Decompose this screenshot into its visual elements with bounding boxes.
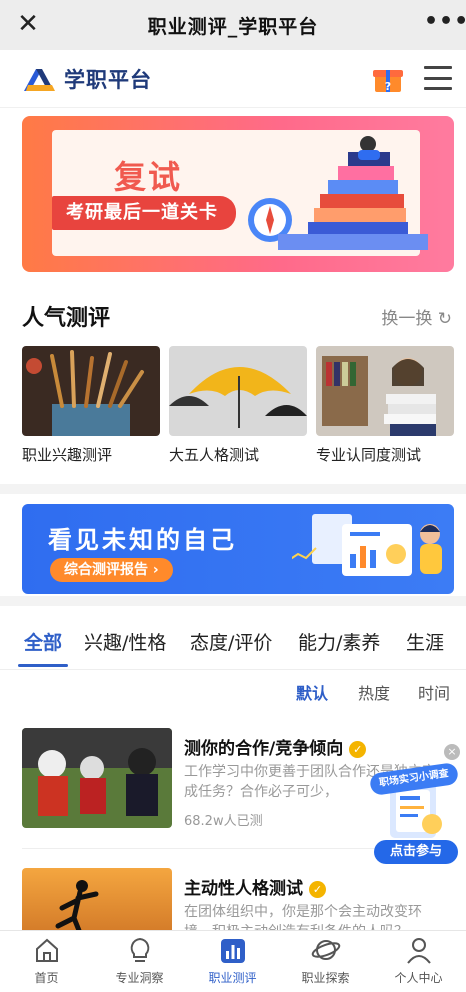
banner-retest[interactable]: 复试 考研最后一道关卡 bbox=[22, 116, 454, 272]
section-gap bbox=[0, 596, 466, 606]
survey-cta-button[interactable]: 点击参与 bbox=[374, 840, 458, 864]
nav-insight[interactable]: 专业洞察 bbox=[93, 931, 186, 992]
nav-label: 个人中心 bbox=[394, 971, 443, 985]
dashboard-illustration bbox=[292, 514, 442, 576]
tab-ability-quality[interactable]: 能力/素养 bbox=[298, 628, 380, 655]
refresh-button[interactable]: 换一换 ↻ bbox=[381, 304, 452, 329]
nav-explore[interactable]: 职业探索 bbox=[279, 931, 372, 992]
tab-attitude-evaluation[interactable]: 态度/评价 bbox=[190, 628, 272, 655]
section-gap bbox=[0, 484, 466, 494]
nav-label: 职业探索 bbox=[301, 971, 350, 985]
tab-all[interactable]: 全部 bbox=[24, 628, 62, 655]
popular-cards: 职业兴趣测评 大五人格测试 专业认同度测试 bbox=[22, 346, 454, 466]
close-icon[interactable]: ✕ bbox=[14, 10, 42, 38]
lightbulb-icon bbox=[125, 935, 155, 965]
popular-card-label: 职业兴趣测评 bbox=[22, 446, 113, 464]
nav-home[interactable]: 首页 bbox=[0, 931, 93, 992]
item-title: 主动性人格测试 ✓ bbox=[184, 874, 326, 899]
verified-badge-icon: ✓ bbox=[309, 880, 326, 898]
active-tab-indicator bbox=[18, 664, 68, 667]
svg-text:?: ? bbox=[385, 80, 391, 93]
tab-career[interactable]: 生涯 bbox=[406, 628, 444, 655]
hamburger-menu-icon[interactable] bbox=[424, 66, 452, 90]
woman-books-image bbox=[316, 346, 454, 436]
user-icon bbox=[404, 935, 434, 965]
umbrella-image bbox=[169, 346, 307, 436]
gift-box-icon[interactable]: ? bbox=[372, 64, 404, 94]
close-float-icon[interactable]: × bbox=[444, 744, 460, 760]
popular-card-1[interactable]: 职业兴趣测评 bbox=[22, 346, 160, 465]
report-button[interactable]: 综合测评报告 › bbox=[50, 558, 173, 582]
banner-report[interactable]: 看见未知的自己 综合测评报告 › bbox=[22, 504, 454, 594]
item-title: 测你的合作/竞争倾向 ✓ bbox=[184, 734, 367, 759]
nav-assessment[interactable]: 职业测评 bbox=[186, 931, 279, 992]
sort-popularity[interactable]: 热度 bbox=[358, 680, 390, 706]
paintbrushes-image bbox=[22, 346, 160, 436]
planet-icon bbox=[311, 935, 341, 965]
nav-label: 专业洞察 bbox=[115, 971, 164, 985]
nav-label: 首页 bbox=[34, 971, 59, 985]
bottom-navigation: 首页 专业洞察 职业测评 职业探索 个人中心 bbox=[0, 930, 466, 992]
wechat-top-bar: ✕ 职业测评_学职平台 ••• bbox=[0, 0, 466, 50]
banner-headline: 复试 bbox=[114, 158, 183, 196]
banner2-headline: 看见未知的自己 bbox=[48, 526, 237, 554]
item-count: 68.2w人已测 bbox=[184, 814, 263, 829]
logo-text: 学职平台 bbox=[64, 68, 152, 92]
popular-section-header: 人气测评 换一换 ↻ bbox=[22, 300, 454, 331]
chart-icon bbox=[218, 935, 248, 965]
books-compass-illustration bbox=[248, 136, 428, 250]
home-icon bbox=[32, 935, 62, 965]
more-icon[interactable]: ••• bbox=[424, 10, 466, 38]
nav-label: 职业测评 bbox=[208, 971, 257, 985]
site-header: 学职平台 ? bbox=[0, 50, 466, 108]
tab-interest-personality[interactable]: 兴趣/性格 bbox=[84, 628, 166, 655]
popular-card-label: 大五人格测试 bbox=[169, 446, 260, 464]
sort-default[interactable]: 默认 bbox=[296, 680, 328, 706]
nav-profile[interactable]: 个人中心 bbox=[372, 931, 465, 992]
refresh-icon: ↻ bbox=[437, 309, 452, 329]
popular-card-label: 专业认同度测试 bbox=[316, 446, 422, 464]
popular-card-2[interactable]: 大五人格测试 bbox=[169, 346, 307, 465]
logo-mark-icon bbox=[22, 65, 60, 93]
banner-pill: 考研最后一道关卡 bbox=[52, 196, 236, 230]
category-tabs: 全部 兴趣/性格 态度/评价 能力/素养 生涯 bbox=[0, 614, 466, 670]
popular-card-3[interactable]: 专业认同度测试 bbox=[316, 346, 454, 465]
popular-title: 人气测评 bbox=[22, 306, 111, 331]
verified-badge-icon: ✓ bbox=[349, 740, 367, 758]
survey-float-widget[interactable]: × 职场实习小调查 点击参与 bbox=[366, 744, 462, 868]
page-title: 职业测评_学职平台 bbox=[147, 15, 319, 38]
logo[interactable]: 学职平台 bbox=[22, 64, 152, 94]
football-image bbox=[22, 728, 172, 828]
sort-time[interactable]: 时间 bbox=[418, 680, 450, 706]
